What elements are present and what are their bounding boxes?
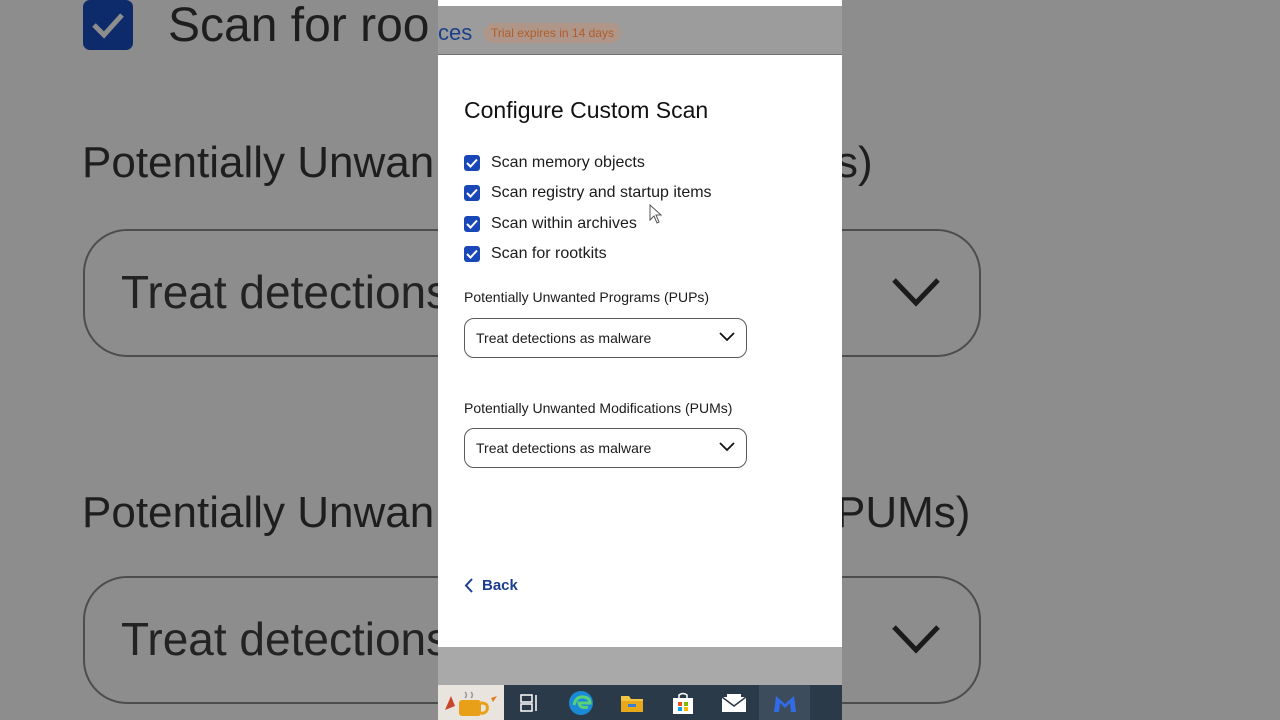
- checkbox-scan-registry[interactable]: [464, 185, 480, 201]
- dialog-title: Configure Custom Scan: [464, 97, 709, 123]
- window-footer: [438, 647, 842, 685]
- edge-icon[interactable]: [555, 685, 606, 720]
- option-scan-registry[interactable]: Scan registry and startup items: [464, 183, 712, 203]
- checkbox-scan-rootkits[interactable]: [464, 246, 480, 262]
- task-view-icon[interactable]: [504, 685, 555, 720]
- pups-select-value: Treat detections as malware: [476, 330, 652, 346]
- pups-label: Potentially Unwanted Programs (PUPs): [464, 289, 710, 305]
- option-label: Scan memory objects: [491, 154, 645, 171]
- trial-badge[interactable]: Trial expires in 14 days: [484, 23, 621, 43]
- mouse-cursor-icon: [649, 204, 663, 224]
- weather-icon[interactable]: [438, 685, 504, 720]
- option-label: Scan within archives: [491, 215, 637, 232]
- back-button[interactable]: Back: [464, 577, 518, 594]
- chevron-down-icon: [719, 442, 735, 452]
- app-window: ces Trial expires in 14 days Configure C…: [438, 0, 842, 720]
- pups-select[interactable]: Treat detections as malware: [464, 318, 747, 358]
- option-label: Scan registry and startup items: [491, 184, 712, 201]
- taskbar: [438, 685, 842, 720]
- option-label: Scan for rootkits: [491, 245, 607, 262]
- background-pups-heading: Potentially Unwan: [82, 138, 435, 187]
- chevron-down-icon: [892, 278, 940, 307]
- chevron-down-icon: [719, 332, 735, 342]
- file-explorer-icon[interactable]: [606, 685, 657, 720]
- pums-select[interactable]: Treat detections as malware: [464, 428, 747, 468]
- checkmark-icon: [466, 188, 478, 198]
- background-pums-heading-tail: PUMs): [836, 488, 971, 537]
- malwarebytes-icon[interactable]: [759, 685, 810, 720]
- configure-scan-dialog: Configure Custom Scan Scan memory object…: [438, 55, 842, 647]
- option-scan-rootkits[interactable]: Scan for rootkits: [464, 244, 607, 264]
- checkmark-icon: [466, 219, 478, 229]
- checkbox-scan-archives[interactable]: [464, 216, 480, 232]
- mail-icon[interactable]: [708, 685, 759, 720]
- option-scan-archives[interactable]: Scan within archives: [464, 214, 637, 234]
- option-scan-memory[interactable]: Scan memory objects: [464, 153, 645, 173]
- background-check-label: Scan for roo: [168, 0, 430, 52]
- checkmark-icon: [466, 249, 478, 259]
- background-pums-heading: Potentially Unwan: [82, 488, 435, 537]
- background-pums-select-text: Treat detections: [121, 613, 450, 665]
- checkbox-scan-memory[interactable]: [464, 155, 480, 171]
- background-pups-select-text: Treat detections: [121, 266, 450, 318]
- back-button-label: Back: [482, 577, 518, 594]
- pums-select-value: Treat detections as malware: [476, 440, 652, 456]
- store-icon[interactable]: [657, 685, 708, 720]
- chevron-left-icon: [464, 578, 473, 593]
- chevron-down-icon: [892, 625, 940, 654]
- background-checkbox: [83, 0, 133, 50]
- checkmark-icon: [466, 158, 478, 168]
- header-partial-text: ces: [438, 20, 473, 45]
- app-header: ces Trial expires in 14 days: [438, 6, 842, 55]
- pums-label: Potentially Unwanted Modifications (PUMs…: [464, 400, 733, 416]
